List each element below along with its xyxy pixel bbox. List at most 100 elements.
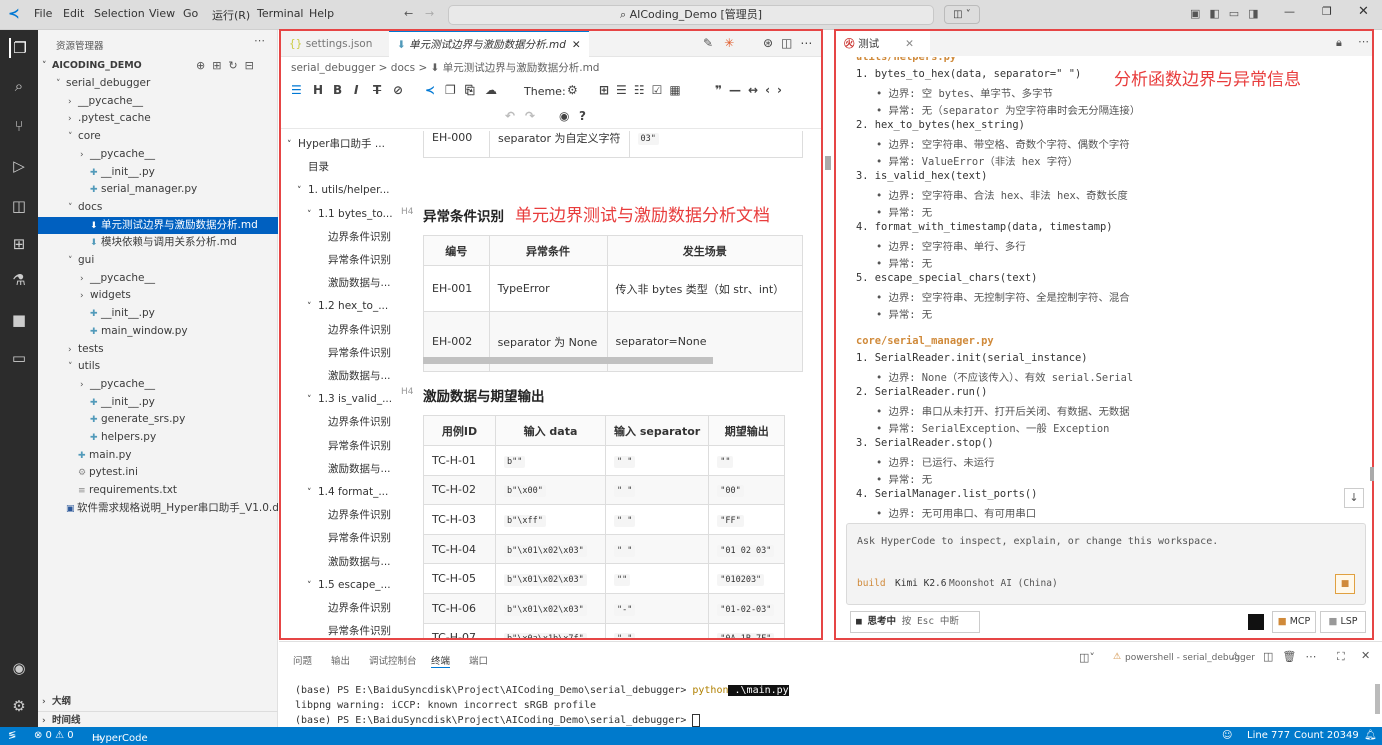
outline-section[interactable]: › 大纲 xyxy=(38,693,278,711)
search-icon[interactable]: ⌕ xyxy=(9,76,29,96)
mcp-button[interactable]: ■ MCP xyxy=(1272,611,1316,633)
bold-icon[interactable]: B xyxy=(333,83,342,97)
tab-settings-json[interactable]: {} settings.json xyxy=(281,31,389,57)
model-label[interactable]: Kimi K2.6 xyxy=(895,578,946,589)
toc-item[interactable]: 边界条件识别 xyxy=(317,506,397,524)
menu-item[interactable]: Edit xyxy=(63,7,84,20)
tree-item[interactable]: ✚ __init__.py xyxy=(38,394,278,412)
tree-item[interactable]: › .pytest_cache xyxy=(38,110,278,128)
toc-item[interactable]: 激励数据与... xyxy=(317,367,397,385)
checklist-icons[interactable]: ⊞☰☷☑▦ xyxy=(599,83,688,97)
menu-item[interactable]: Selection xyxy=(94,7,145,20)
toc-item[interactable]: 激励数据与... xyxy=(317,553,397,571)
menu-item[interactable]: Help xyxy=(309,7,334,20)
tree-item[interactable]: ˅ core xyxy=(38,128,278,146)
stop-button[interactable]: ■ xyxy=(1335,574,1355,594)
toc-item[interactable]: 异常条件识别 xyxy=(317,529,397,547)
account-icon[interactable]: ◉ xyxy=(9,658,29,678)
forward-arrow-icon[interactable]: → xyxy=(425,7,434,20)
extensions-icon[interactable]: ⊞ xyxy=(9,234,29,254)
toc-item[interactable]: 边界条件识别 xyxy=(317,228,397,246)
tree-item[interactable]: ✚ serial_manager.py xyxy=(38,181,278,199)
toc-item[interactable]: 边界条件识别 xyxy=(317,321,397,339)
toc-item[interactable]: 边界条件识别 xyxy=(317,413,397,431)
tree-item[interactable]: ˅ serial_debugger xyxy=(38,75,278,93)
align-center-icon[interactable]: ☰ xyxy=(291,83,302,97)
lock-icon[interactable]: 🔒︎ xyxy=(1336,36,1342,50)
strikethrough-icon[interactable]: T xyxy=(373,83,381,97)
tree-item[interactable]: › tests xyxy=(38,341,278,359)
menu-item[interactable]: 运行(R) xyxy=(212,7,250,23)
terminal-action-icons[interactable]: ◫🗑︎⋯ xyxy=(1263,650,1325,663)
undo-icon[interactable]: ↶ xyxy=(505,109,515,123)
tree-item[interactable]: ✚ main.py xyxy=(38,447,278,465)
editor-action-icons[interactable]: ✎✳ xyxy=(703,36,745,50)
heading-icon[interactable]: H xyxy=(313,83,323,97)
source-control-icon[interactable]: ⑂ xyxy=(9,116,29,136)
lsp-button[interactable]: ■ LSP xyxy=(1320,611,1366,633)
close-tab-icon[interactable]: ✕ xyxy=(572,39,581,51)
menu-item[interactable]: File xyxy=(34,7,52,20)
feedback-icon[interactable]: ☺ xyxy=(1222,730,1232,741)
terminal-scrollbar[interactable] xyxy=(1375,684,1380,714)
line-status[interactable]: Line 777 xyxy=(1247,730,1290,741)
explorer-icon[interactable]: ❐ xyxy=(9,38,29,58)
copilot-icon[interactable]: ◫ ˅ xyxy=(944,5,980,24)
panel-tab[interactable]: 终端 xyxy=(431,653,451,668)
split-terminal-icon[interactable]: ◫˅ xyxy=(1079,651,1095,664)
tree-item[interactable]: › widgets xyxy=(38,287,278,305)
tree-item[interactable]: ˅ docs xyxy=(38,199,278,217)
problems-count[interactable]: ⊗ 0 ⚠ 0 xyxy=(34,730,74,741)
toc-item[interactable]: 异常条件识别 xyxy=(317,251,397,269)
testing-icon[interactable]: ⚗ xyxy=(9,270,29,290)
panel-tab[interactable]: 端口 xyxy=(469,653,488,667)
horizontal-scrollbar[interactable] xyxy=(423,357,713,364)
toc-item[interactable]: 异常条件识别 xyxy=(317,344,397,362)
close-panel-icon[interactable]: ✕ xyxy=(1361,649,1370,662)
tree-item[interactable]: ✚ main_window.py xyxy=(38,323,278,341)
breadcrumb[interactable]: serial_debugger > docs > ⬇ 单元测试边界与激励数据分析… xyxy=(291,60,599,75)
italic-icon[interactable]: I xyxy=(354,83,358,97)
tree-item[interactable]: ▣ 软件需求规格说明_Hyper串口助手_V1.0.docx xyxy=(38,500,297,518)
tree-item[interactable]: ⚙ pytest.ini xyxy=(38,464,278,482)
tree-item[interactable]: › __pycache__ xyxy=(38,93,278,111)
new-file-icons[interactable]: ⊕⊞↻⊟ xyxy=(196,59,261,72)
help-icon[interactable]: ? xyxy=(579,109,586,123)
settings-gear-icon[interactable]: ⚙ xyxy=(9,696,29,716)
panel-tab[interactable]: 调试控制台 xyxy=(369,653,417,667)
tree-item[interactable]: › __pycache__ xyxy=(38,376,278,394)
cloud-icon[interactable]: ☁ xyxy=(485,83,497,97)
theme-picker-icon[interactable]: ⚙ xyxy=(567,83,578,97)
run-debug-icon[interactable]: ▷ xyxy=(9,156,29,176)
tree-item[interactable]: ⬇ 单元测试边界与激励数据分析.md xyxy=(38,216,278,235)
close-window-icon[interactable]: ✕ xyxy=(1358,4,1369,19)
tree-item[interactable]: ⬇ 模块依赖与调用关系分析.md xyxy=(38,234,278,252)
tree-item[interactable]: ˅ utils xyxy=(38,358,278,376)
tree-item[interactable]: ✚ generate_srs.py xyxy=(38,411,278,429)
more-actions-icon[interactable]: ⋯ xyxy=(1358,35,1369,48)
export-icon[interactable]: ⎘ xyxy=(465,83,475,98)
remote-icon[interactable]: ≶ xyxy=(8,730,16,741)
copy-icon[interactable]: ❐ xyxy=(445,83,456,97)
menu-item[interactable]: Go xyxy=(183,7,198,20)
menu-item[interactable]: View xyxy=(149,7,175,20)
toc-item[interactable]: ˅ 1.3 is_valid_... xyxy=(307,390,397,408)
toc-item[interactable]: 异常条件识别 xyxy=(317,622,397,638)
maximize-panel-icon[interactable]: ⛶ xyxy=(1337,650,1345,664)
tree-item[interactable]: › __pycache__ xyxy=(38,270,278,288)
hypercode-icon[interactable]: ■ xyxy=(9,310,29,330)
quote-icons[interactable]: ❞—↔‹› xyxy=(715,83,789,97)
prompt-input[interactable]: Ask HyperCode to inspect, explain, or ch… xyxy=(846,523,1366,605)
count-status[interactable]: Count 20349 xyxy=(1294,730,1359,741)
tree-item[interactable]: ˅ gui xyxy=(38,252,278,270)
toc-item[interactable]: ˅ 1. utils/helper... xyxy=(297,181,397,199)
tree-item[interactable]: ✚ helpers.py xyxy=(38,429,278,447)
panel-scrollbar[interactable] xyxy=(1370,467,1374,481)
command-center-search[interactable]: ⌕ AICoding_Demo [管理员] xyxy=(448,5,934,25)
panel-tab[interactable]: 问题 xyxy=(293,653,312,667)
tab-markdown-doc[interactable]: ⬇ 单元测试边界与激励数据分析.md ✕ xyxy=(389,31,589,57)
tab-test[interactable]: ㊋ 测试 ✕ xyxy=(836,31,930,57)
restore-icon[interactable]: ❐ xyxy=(1322,5,1332,18)
toc-item[interactable]: ˅ 1.4 format_... xyxy=(307,483,397,501)
tree-item[interactable]: ≡ requirements.txt xyxy=(38,482,278,500)
